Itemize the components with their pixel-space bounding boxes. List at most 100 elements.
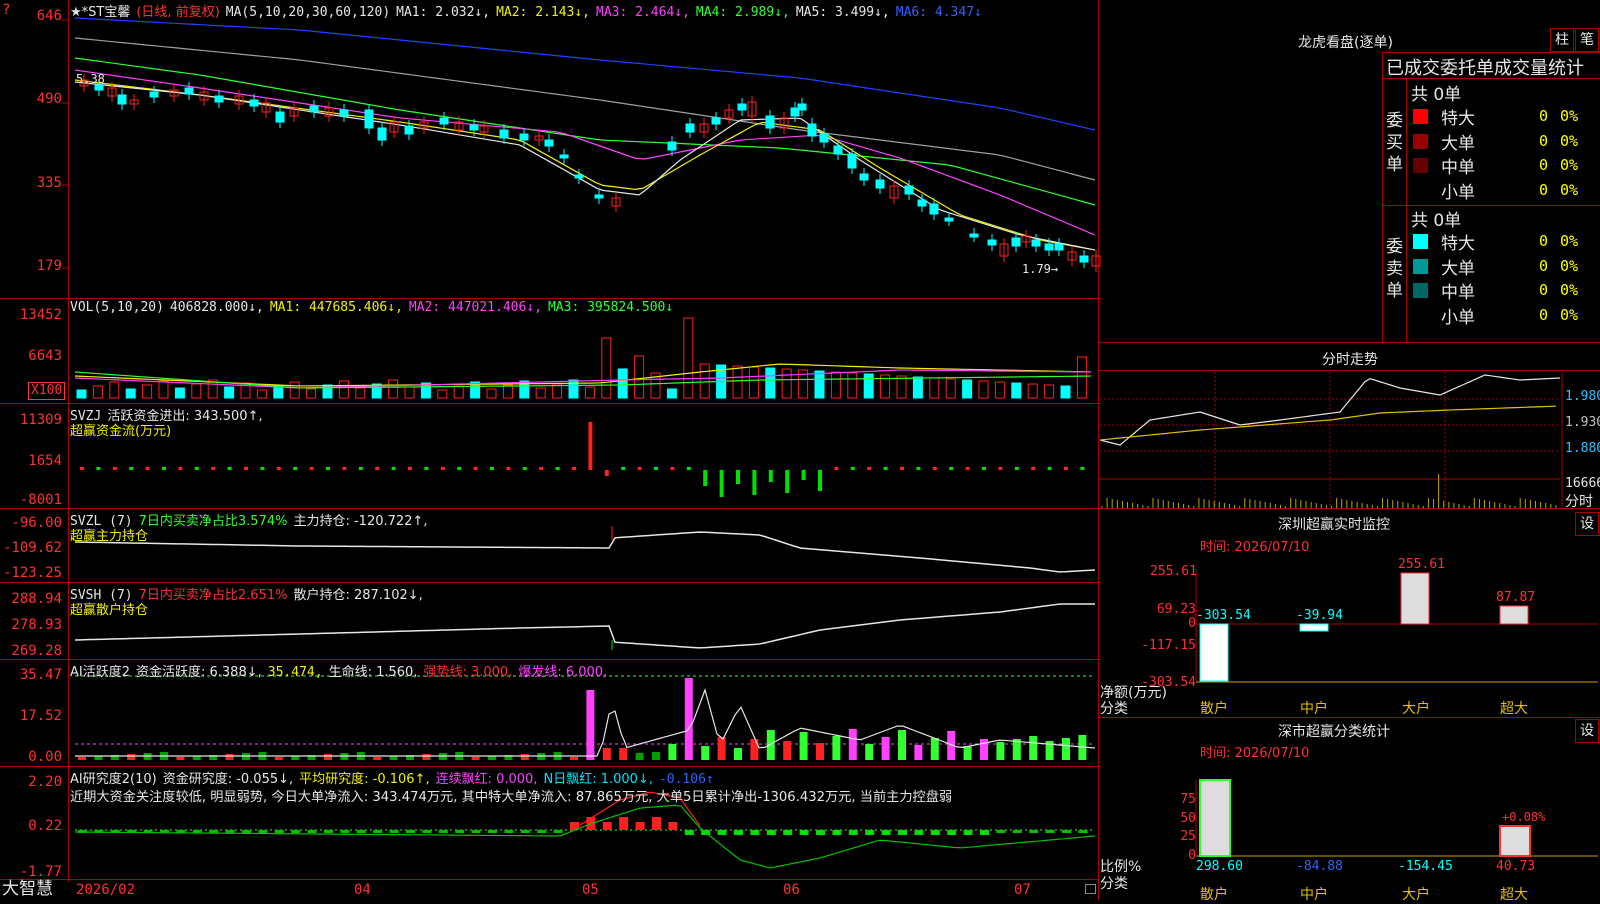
monitor-bar-3 <box>1499 605 1529 625</box>
svzj-bar-30 <box>572 467 576 470</box>
sell-row-pct-2: 0% <box>1560 281 1579 299</box>
sz_monitor-category-0: 散户 <box>1200 701 1228 717</box>
class-ytick-4: 0 <box>1188 848 1196 863</box>
class-bar-1 <box>1499 825 1531 857</box>
ai-active-bar-51 <box>914 745 923 760</box>
ai-active-v5: 爆发线: 6.000, <box>518 665 608 680</box>
svzj-bar-47 <box>850 467 855 470</box>
monitor-settings-button[interactable]: 设 <box>1575 512 1599 536</box>
volume-bar-57 <box>1011 382 1022 399</box>
ai-research-bar-26 <box>504 830 514 833</box>
ai-research-bar-15 <box>324 830 333 833</box>
sell-row-pct-3: 0% <box>1560 305 1579 324</box>
ai-research-last: -0.106↑ <box>658 772 714 787</box>
svzj-bar-51 <box>916 467 921 470</box>
candle-13 <box>275 111 285 123</box>
candle-47 <box>819 133 829 143</box>
svzj-bar-61 <box>1080 467 1085 470</box>
monitor-ytick-1: 255.61 <box>1150 564 1197 579</box>
ai-active-bar-30 <box>570 757 578 760</box>
stats-title-line <box>1382 78 1600 79</box>
svzj-bar-14 <box>309 467 314 470</box>
ai-research-bar-27 <box>520 830 530 833</box>
ai-active-bar-6 <box>176 757 185 760</box>
svzj-bar-56 <box>998 467 1003 470</box>
volume-bar-53 <box>945 378 956 399</box>
ai-active-v3: 生命线: 1.560, <box>328 665 418 680</box>
svzj-bar-60 <box>1064 467 1068 470</box>
class-ytick-3: 25 <box>1180 829 1196 844</box>
ai-research-bar-42 <box>766 830 776 835</box>
ai-active-bar-45 <box>816 743 824 760</box>
app-logo[interactable]: 大智慧 <box>2 879 53 900</box>
svzj-bar-31 <box>588 422 593 470</box>
buy-swatch-1 <box>1413 133 1428 149</box>
ai-research-ytick-2: 0.22 <box>28 818 62 834</box>
ai-research-bar-14 <box>307 830 317 833</box>
svzj-bar-40 <box>736 470 740 484</box>
price-ytick-490: 490 <box>36 91 62 107</box>
volume-bar-37 <box>683 317 694 399</box>
stroke-view-button[interactable]: 笔 <box>1575 28 1599 52</box>
svsh-ytick-3: 269.28 <box>11 643 62 659</box>
ai-active-bar-0 <box>78 757 86 760</box>
class-settings-button[interactable]: 设 <box>1575 719 1599 743</box>
ai-research-bar-59 <box>1045 830 1055 833</box>
ai-research-bar-37 <box>684 830 694 835</box>
svzj-bar-16 <box>342 467 347 470</box>
svzj-bar-15 <box>326 467 330 470</box>
sz_monitor-value-2: 255.61 <box>1398 557 1445 572</box>
period-label[interactable]: (日线, 前复权) <box>136 5 219 20</box>
ai-research-bar-35 <box>652 817 661 830</box>
ma2-value: MA2: 2.143↓, <box>496 5 590 20</box>
candle-3 <box>117 94 127 105</box>
monitor-bar-0 <box>1199 623 1229 682</box>
ai-active-bar-37 <box>684 678 693 760</box>
ai-research-bar-55 <box>980 830 989 835</box>
lock-icon[interactable] <box>1085 884 1096 894</box>
ma5-value: MA5: 3.499↓, <box>795 5 890 20</box>
ai-research-bar-39 <box>717 830 727 835</box>
ai-active-bar-15 <box>324 754 332 760</box>
vol-ytick-2: 6643 <box>28 348 62 364</box>
class-pct-label: +0.08% <box>1502 810 1546 824</box>
candle-62 <box>1031 239 1041 247</box>
high-marker: 5.38 <box>76 72 105 86</box>
class-title: 深市超赢分类统计 <box>1278 724 1390 740</box>
ai-active-bar-56 <box>996 742 1005 760</box>
ai-research-bar-53 <box>947 830 957 835</box>
ai-active-v2: 35.474, <box>267 665 323 680</box>
ai-active-bar-39 <box>717 737 726 760</box>
volume-bar-0 <box>76 389 87 399</box>
stock-title[interactable]: ★*ST宝馨 <box>70 5 130 20</box>
svzj-bar-4 <box>145 467 150 470</box>
vol-ma1: MA1: 447685.406↓, <box>269 300 403 315</box>
column-view-button[interactable]: 柱 <box>1550 28 1574 52</box>
svsh-ytick-1: 288.94 <box>11 591 62 607</box>
ma5-line <box>74 81 1096 251</box>
volume-bar-2 <box>109 381 120 399</box>
ai-active-bar-31 <box>586 690 595 760</box>
sz_class-category-0: 散户 <box>1200 887 1228 903</box>
volume-bar-22 <box>437 389 448 399</box>
ai-research-bar-61 <box>1078 830 1088 833</box>
svzj-bar-29 <box>555 467 560 470</box>
sz_class-value-3: 40.73 <box>1496 859 1536 874</box>
volume-bar-46 <box>830 371 841 399</box>
buy-swatch-2 <box>1413 158 1428 173</box>
ai-active-bar-46 <box>832 736 841 760</box>
ai-research-bar-13 <box>291 830 301 833</box>
ai-research-bar-33 <box>619 817 629 830</box>
buy-row-count-0: 0 <box>1538 107 1548 125</box>
vol-unit-badge[interactable]: X100 <box>28 382 66 400</box>
chart-canvas[interactable] <box>0 0 1600 900</box>
svzj-sub: 超赢资金流(万元) <box>70 424 172 439</box>
svzj-bar-20 <box>408 467 412 470</box>
ai-active-bar-41 <box>750 739 759 760</box>
intraday-ytick-3: 1.880 <box>1565 441 1600 456</box>
ma30-line <box>74 57 1096 206</box>
stats-left-line <box>1382 52 1383 342</box>
volume-bar-23 <box>453 385 464 399</box>
volume-bar-5 <box>158 380 169 399</box>
svzj-bar-9 <box>227 467 232 470</box>
